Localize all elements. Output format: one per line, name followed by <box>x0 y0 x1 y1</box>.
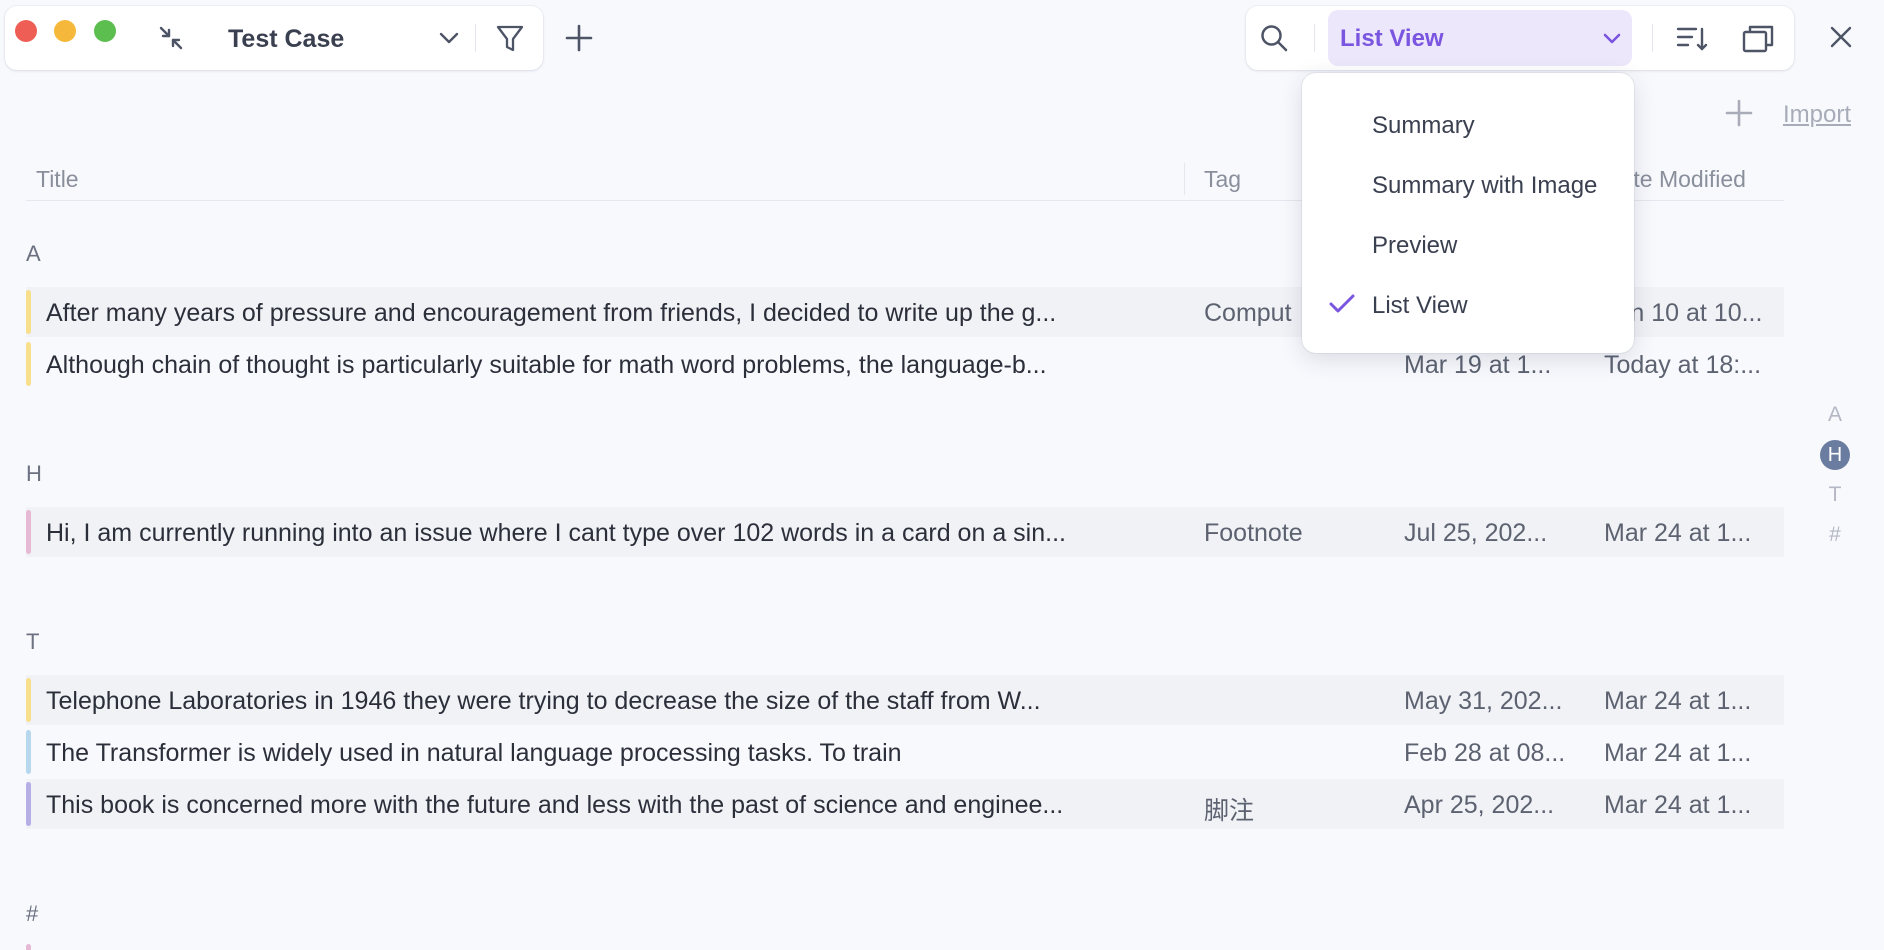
menu-item-label: Summary <box>1372 112 1475 139</box>
row-date-modified: Today at 18:... <box>1604 351 1762 379</box>
import-link[interactable]: Import <box>1783 101 1851 129</box>
row-color-bar <box>26 782 31 826</box>
window-icon[interactable] <box>1742 24 1774 54</box>
close-window-button[interactable] <box>15 20 37 42</box>
row-tag: Footnote <box>1204 519 1303 547</box>
toolbar-divider <box>1314 24 1315 52</box>
table-row[interactable]: The Transformer is widely used in natura… <box>26 727 1784 777</box>
row-color-bar <box>26 290 31 334</box>
index-letter-t[interactable]: T <box>1820 483 1850 507</box>
view-selector[interactable]: List View <box>1328 10 1632 66</box>
menu-item-summary[interactable]: Summary <box>1302 99 1634 151</box>
column-header-tag[interactable]: Tag <box>1204 166 1241 193</box>
row-date-created: Jul 25, 202... <box>1404 519 1548 547</box>
table-row[interactable]: Hi, I am currently running into an issue… <box>26 507 1784 557</box>
group-letter-hash: # <box>26 901 39 926</box>
table-row[interactable]: This book is concerned more with the fut… <box>26 779 1784 829</box>
menu-item-preview[interactable]: Preview <box>1302 219 1634 271</box>
chevron-down-icon <box>1602 32 1622 50</box>
row-color-bar <box>26 730 31 774</box>
index-letter-hash[interactable]: # <box>1820 523 1850 547</box>
view-selector-label: List View <box>1340 25 1444 52</box>
group-letter-h: H <box>26 461 42 486</box>
row-date-modified: Mar 24 at 1... <box>1604 739 1752 767</box>
toolbar-divider <box>1652 24 1653 52</box>
toolbar-divider <box>475 24 476 52</box>
row-color-bar <box>26 342 31 386</box>
menu-item-label: List View <box>1372 292 1468 319</box>
index-letter-a[interactable]: A <box>1820 403 1850 427</box>
row-color-bar <box>26 678 31 722</box>
chevron-down-icon[interactable] <box>437 28 461 48</box>
row-color-bar <box>26 944 31 950</box>
minimize-window-button[interactable] <box>54 20 76 42</box>
row-date-modified: Mar 24 at 1... <box>1604 687 1752 715</box>
row-date-modified: Mar 24 at 1... <box>1604 791 1752 819</box>
menu-item-summary-with-image[interactable]: Summary with Image <box>1302 159 1634 211</box>
row-date-created: May 31, 202... <box>1404 687 1563 715</box>
row-tag: 脚注 <box>1204 796 1255 825</box>
toolbar-left: Test Case <box>5 6 543 70</box>
row-title: Hi, I am currently running into an issue… <box>46 519 1066 547</box>
collection-title[interactable]: Test Case <box>228 25 344 54</box>
checkmark-icon <box>1328 293 1356 320</box>
collapse-icon[interactable] <box>157 24 185 52</box>
row-title: This book is concerned more with the fut… <box>46 791 1064 819</box>
add-card-icon[interactable] <box>1724 98 1754 128</box>
zoom-window-button[interactable] <box>94 20 116 42</box>
filter-icon[interactable] <box>495 24 525 54</box>
menu-item-label: Summary with Image <box>1372 172 1598 199</box>
close-icon[interactable] <box>1826 22 1856 52</box>
group-letter-a: A <box>26 241 41 266</box>
row-date-modified: Mar 24 at 1... <box>1604 519 1752 547</box>
sort-icon[interactable] <box>1676 24 1708 54</box>
row-date-created: Feb 28 at 08... <box>1404 739 1566 767</box>
add-icon[interactable] <box>563 22 595 54</box>
search-icon[interactable] <box>1258 22 1290 54</box>
row-title: After many years of pressure and encoura… <box>46 299 1057 327</box>
table-row[interactable]: Telephone Laboratories in 1946 they were… <box>26 675 1784 725</box>
menu-item-label: Preview <box>1372 232 1458 259</box>
group-letter-t: T <box>26 629 40 654</box>
menu-item-list-view[interactable]: List View <box>1302 279 1634 331</box>
row-title: Telephone Laboratories in 1946 they were… <box>46 687 1041 715</box>
row-date-created: Mar 19 at 1... <box>1404 351 1552 379</box>
view-dropdown-menu: Summary Summary with Image Preview List … <box>1302 73 1634 353</box>
row-date-created: Apr 25, 202... <box>1404 791 1555 819</box>
index-letter-h[interactable]: H <box>1820 440 1850 470</box>
row-title: The Transformer is widely used in natura… <box>46 739 902 767</box>
row-title: Although chain of thought is particularl… <box>46 351 1047 379</box>
row-color-bar <box>26 510 31 554</box>
column-header-title[interactable]: Title <box>36 166 79 193</box>
column-divider <box>1184 163 1185 195</box>
